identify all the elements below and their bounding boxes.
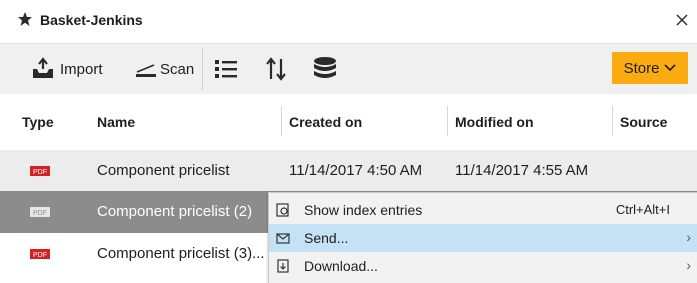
context-menu: Show index entries Ctrl+Alt+I Send... › … <box>268 192 697 283</box>
menu-item-label: Send... <box>304 230 349 246</box>
menu-item-download[interactable]: Download... › <box>269 252 697 280</box>
column-divider[interactable] <box>612 106 613 136</box>
scan-icon <box>136 64 156 77</box>
toolbar: Import Scan Store <box>0 43 697 95</box>
row-name: Component pricelist <box>97 162 230 179</box>
menu-item-label: Download... <box>304 258 378 274</box>
pdf-icon: PDF <box>30 207 50 217</box>
row-modified: 11/14/2017 4:55 AM <box>455 162 589 179</box>
menu-item-send[interactable]: Send... › <box>269 224 697 252</box>
list-icon <box>215 60 237 78</box>
close-icon[interactable] <box>675 13 689 27</box>
chevron-right-icon: › <box>686 257 691 273</box>
import-icon <box>33 57 53 78</box>
row-created: 11/14/2017 4:50 AM <box>289 162 423 179</box>
column-header-source[interactable]: Source <box>620 114 667 130</box>
import-label: Import <box>60 60 103 78</box>
column-header-created[interactable]: Created on <box>289 114 362 130</box>
svg-text:PDF: PDF <box>33 210 47 217</box>
database-icon <box>314 57 336 78</box>
toolbar-divider <box>202 48 203 90</box>
column-divider[interactable] <box>281 106 282 136</box>
title-bar: Basket-Jenkins <box>0 0 697 42</box>
chevron-down-icon <box>664 64 676 72</box>
column-header-name[interactable]: Name <box>97 114 135 130</box>
column-header-row: Type Name Created on Modified on Source <box>0 94 697 148</box>
star-icon[interactable] <box>17 11 33 27</box>
database-button[interactable] <box>313 44 337 94</box>
menu-item-label: Show index entries <box>304 202 423 218</box>
menu-item-shortcut: Ctrl+Alt+I <box>615 202 670 217</box>
scan-button[interactable]: Scan <box>135 44 194 94</box>
row-name: Component pricelist (2) <box>97 203 253 220</box>
window-title: Basket-Jenkins <box>40 12 143 28</box>
row-name: Component pricelist (3)... <box>97 245 265 262</box>
download-icon <box>277 259 289 273</box>
column-header-type[interactable]: Type <box>22 114 54 130</box>
column-header-modified[interactable]: Modified on <box>455 114 534 130</box>
pdf-icon: PDF <box>30 166 50 176</box>
menu-item-show-index-entries[interactable]: Show index entries Ctrl+Alt+I <box>269 196 697 224</box>
store-label: Store <box>623 59 660 77</box>
table-row[interactable]: PDF Component pricelist 11/14/2017 4:50 … <box>0 150 697 192</box>
svg-text:PDF: PDF <box>33 252 47 259</box>
svg-text:PDF: PDF <box>33 169 47 176</box>
scan-label: Scan <box>160 60 195 78</box>
chevron-right-icon: › <box>686 229 691 245</box>
store-button[interactable]: Store <box>612 52 688 84</box>
index-entries-icon <box>276 203 289 217</box>
mail-icon <box>276 233 290 244</box>
import-button[interactable]: Import <box>30 44 103 94</box>
sort-button[interactable] <box>265 44 287 94</box>
pdf-icon: PDF <box>30 249 50 259</box>
list-view-button[interactable] <box>214 44 238 94</box>
column-divider[interactable] <box>447 106 448 136</box>
sort-icon <box>266 57 286 81</box>
